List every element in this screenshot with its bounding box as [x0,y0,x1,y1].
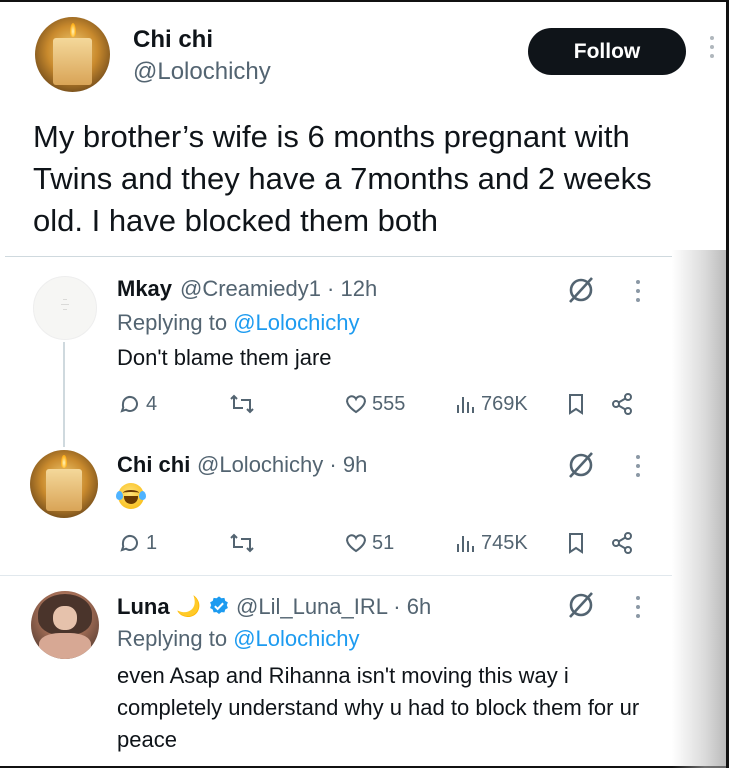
replying-prefix: Replying to [117,626,234,651]
reply-author-meta[interactable]: @Lil_Luna_IRL · 6h [236,594,431,620]
more-options-icon[interactable] [634,280,642,308]
mention-link[interactable]: @Lolochichy [233,310,359,335]
reply-author-name[interactable]: Luna [117,594,170,620]
avatar[interactable] [31,591,99,659]
avatar[interactable] [35,17,110,92]
more-options-icon[interactable] [634,455,642,483]
reply-author-meta[interactable]: @Lolochichy · 9h [197,452,367,478]
page-shadow [672,250,726,768]
more-options-icon[interactable] [707,36,717,66]
views-button[interactable]: 769K [455,392,528,416]
candle-flame [61,455,67,468]
more-options-icon[interactable] [634,596,642,624]
grok-icon[interactable] [566,590,596,620]
tweet-screenshot: Chi chi @Lolochichy Follow My brother’s … [0,0,729,768]
replying-to: Replying to @Lolochichy [117,310,359,336]
divider [5,256,672,257]
bookmark-icon [569,533,583,554]
reply-count: 4 [146,392,158,415]
retweet-button[interactable] [228,531,256,555]
views-icon [457,536,474,552]
replying-prefix: Replying to [117,310,234,335]
heart-icon [346,395,366,414]
views-icon [457,397,474,413]
tweet-text: My brother’s wife is 6 months pregnant w… [33,119,652,238]
reply-text: Don't blame them jare [117,345,332,370]
retweet-icon [230,394,254,414]
candle-flame [69,23,76,37]
like-count: 51 [372,531,395,554]
name-emoji: 🌙 [176,596,201,618]
share-icon [612,532,632,554]
retweet-button[interactable] [228,392,256,416]
reply-author-name[interactable]: Mkay [117,276,172,302]
mention-link[interactable]: @Lolochichy [233,626,359,651]
bookmark-button[interactable] [566,392,586,416]
follow-button[interactable]: Follow [528,28,686,75]
share-button[interactable] [610,531,634,555]
bookmark-button[interactable] [566,531,586,555]
candle-image [46,469,82,512]
tears-of-joy-emoji [116,483,146,509]
retweet-icon [230,533,254,553]
like-button[interactable]: 51 [344,531,394,555]
reply-button[interactable]: 1 [118,531,157,555]
reply-icon [120,534,138,552]
views-count: 769K [481,392,528,415]
like-count: 555 [372,392,406,415]
bookmark-icon [569,394,583,415]
verified-badge-icon[interactable] [208,595,230,617]
views-count: 745K [481,531,528,554]
share-icon [612,393,632,415]
grok-icon[interactable] [566,450,596,480]
author-handle[interactable]: @Lolochichy [133,58,271,86]
author-name[interactable]: Chi chi [133,26,213,54]
like-button[interactable]: 555 [344,392,405,416]
reply-author-meta[interactable]: @Creamiedy1 · 12h [180,276,377,302]
reply-button[interactable]: 4 [118,392,157,416]
thread-line [63,342,65,447]
frame-border-top [0,0,729,2]
candle-image [53,38,92,85]
reply-count: 1 [146,531,158,554]
divider [0,575,672,576]
avatar[interactable] [30,450,98,518]
share-button[interactable] [610,392,634,416]
reply-author-name[interactable]: Chi chi [117,452,190,478]
reply-icon [120,395,138,413]
avatar[interactable]: — —— — [33,276,97,340]
views-button[interactable]: 745K [455,531,528,555]
grok-icon[interactable] [566,275,596,305]
replying-to: Replying to @Lolochichy [117,626,359,652]
note-image: — —— — [60,295,69,311]
reply-text: even Asap and Rihanna isn't moving this … [117,663,640,752]
heart-icon [346,534,366,553]
